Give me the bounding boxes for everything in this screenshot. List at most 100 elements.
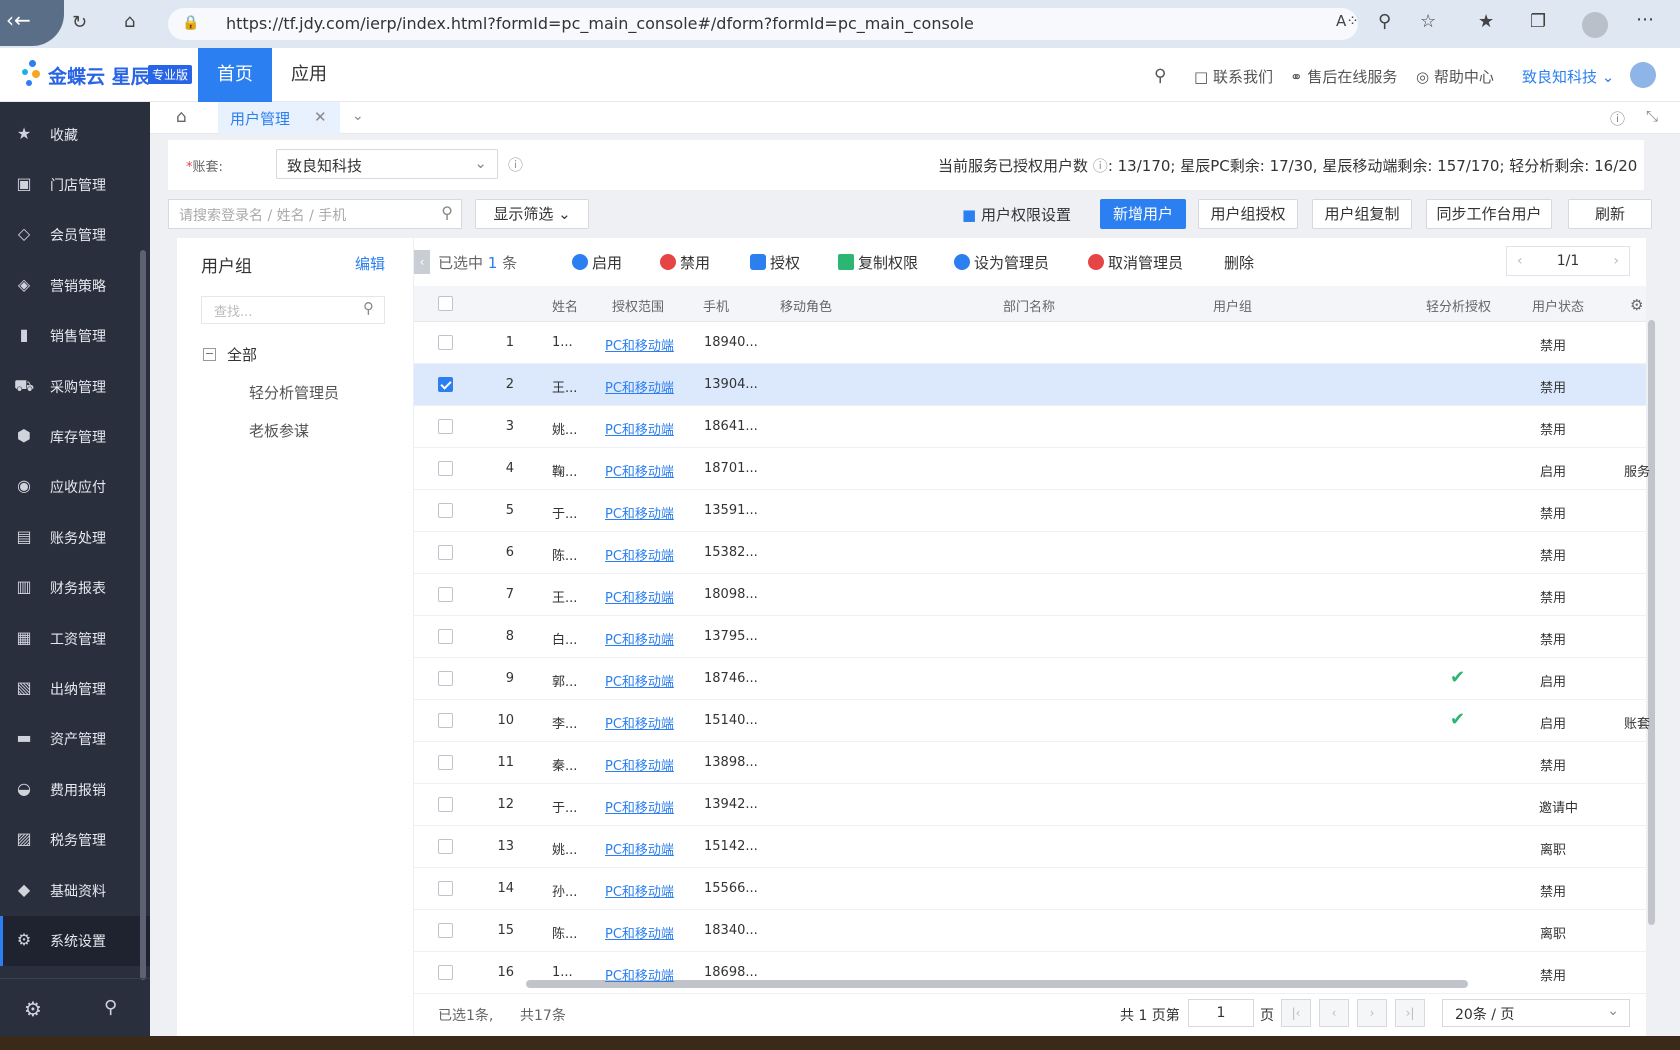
sidebar-item[interactable]: ⛟ 采购管理 xyxy=(0,362,150,412)
nav-home[interactable]: 首页 xyxy=(198,48,272,102)
user-search-input[interactable]: 请搜索登录名 / 姓名 / 手机 ⚲ xyxy=(168,199,462,229)
cancel-admin-action[interactable]: 取消管理员 xyxy=(1088,252,1183,273)
account-select[interactable]: 致良知科技 ⌄ xyxy=(276,149,498,179)
next-page-icon[interactable]: › xyxy=(1613,247,1619,275)
help-link[interactable]: ◎ 帮助中心 xyxy=(1416,66,1494,87)
row-checkbox[interactable] xyxy=(438,335,453,350)
sidebar-item[interactable]: ▥ 财务报表 xyxy=(0,563,150,613)
table-row[interactable] xyxy=(414,910,1646,952)
select-all-checkbox[interactable] xyxy=(438,296,453,311)
row-checkbox[interactable] xyxy=(438,671,453,686)
table-row[interactable] xyxy=(414,490,1646,532)
sidebar-item[interactable]: ◉ 应收应付 xyxy=(0,462,150,512)
aftersale-link[interactable]: ⚭ 售后在线服务 xyxy=(1290,66,1397,87)
table-row[interactable] xyxy=(414,826,1646,868)
sidebar-item[interactable]: ⬢ 库存管理 xyxy=(0,412,150,462)
refresh-button[interactable]: 刷新 xyxy=(1568,199,1652,229)
tab-user-management[interactable]: 用户管理 ✕ xyxy=(218,102,340,134)
group-item[interactable]: 轻分析管理员 xyxy=(249,382,339,403)
display-filter-button[interactable]: 显示筛选 ⌄ xyxy=(475,199,589,229)
group-edit-link[interactable]: 编辑 xyxy=(355,253,385,274)
col-scope[interactable]: 授权范围 xyxy=(612,296,664,315)
copy-permission-action[interactable]: 复制权限 xyxy=(838,252,918,273)
col-phone[interactable]: 手机 xyxy=(703,296,729,315)
enable-action[interactable]: 启用 xyxy=(572,252,622,273)
row-checkbox[interactable] xyxy=(438,713,453,728)
sidebar-item[interactable]: ▤ 账务处理 xyxy=(0,513,150,563)
auth-scope-link[interactable]: PC和移动端 xyxy=(605,335,674,354)
auth-scope-link[interactable]: PC和移动端 xyxy=(605,461,674,480)
table-row[interactable] xyxy=(414,322,1646,364)
collapse-panel-icon[interactable]: ‹ xyxy=(414,250,430,274)
back-button[interactable]: ‹← xyxy=(0,0,64,46)
search-icon[interactable]: ⚲ xyxy=(441,203,453,222)
group-item[interactable]: 老板参谋 xyxy=(249,420,309,441)
sidebar-item[interactable]: ◒ 费用报销 xyxy=(0,765,150,815)
vertical-scrollbar[interactable] xyxy=(1648,320,1655,925)
home-tab-icon[interactable]: ⌂ xyxy=(176,107,187,127)
sidebar-item[interactable]: ▮ 销售管理 xyxy=(0,311,150,361)
col-name[interactable]: 姓名 xyxy=(552,296,578,315)
authorize-action[interactable]: 授权 xyxy=(750,252,800,273)
col-user-group[interactable]: 用户组 xyxy=(1213,296,1252,315)
sidebar-item[interactable]: ▧ 出纳管理 xyxy=(0,664,150,714)
auth-scope-link[interactable]: PC和移动端 xyxy=(605,965,674,984)
sidebar-item[interactable]: ▨ 税务管理 xyxy=(0,815,150,865)
sidebar-item[interactable]: ▦ 工资管理 xyxy=(0,614,150,664)
auth-scope-link[interactable]: PC和移动端 xyxy=(605,545,674,564)
set-admin-action[interactable]: 设为管理员 xyxy=(954,252,1049,273)
permission-settings-button[interactable]: ■ 用户权限设置 xyxy=(962,204,1071,225)
table-row[interactable] xyxy=(414,406,1646,448)
table-row[interactable] xyxy=(414,784,1646,826)
group-search-input[interactable]: 查找... ⚲ xyxy=(201,296,385,324)
col-analysis-auth[interactable]: 轻分析授权 xyxy=(1426,296,1491,315)
row-checkbox[interactable] xyxy=(438,881,453,896)
last-page-icon[interactable]: ›| xyxy=(1395,999,1425,1027)
address-bar[interactable]: 🔒 https://tf.jdy.com/ierp/index.html?for… xyxy=(168,8,1358,40)
disable-action[interactable]: 禁用 xyxy=(660,252,710,273)
more-icon[interactable]: ⋯ xyxy=(1636,9,1654,30)
sidebar-scrollbar[interactable] xyxy=(140,250,146,980)
first-page-icon[interactable]: |‹ xyxy=(1281,999,1311,1027)
group-root[interactable]: 全部 xyxy=(227,344,257,365)
row-checkbox[interactable] xyxy=(438,419,453,434)
favorites-icon[interactable]: ★ xyxy=(1478,11,1494,32)
table-row[interactable] xyxy=(414,364,1646,406)
row-checkbox[interactable] xyxy=(438,587,453,602)
zoom-icon[interactable]: ⚲ xyxy=(1378,11,1391,32)
sidebar-item[interactable]: ◈ 营销策略 xyxy=(0,261,150,311)
search-icon[interactable]: ⚲ xyxy=(1154,66,1166,86)
table-row[interactable] xyxy=(414,574,1646,616)
auth-scope-link[interactable]: PC和移动端 xyxy=(605,629,674,648)
collapse-icon[interactable]: − xyxy=(203,348,216,361)
row-checkbox[interactable] xyxy=(438,923,453,938)
auth-scope-link[interactable]: PC和移动端 xyxy=(605,839,674,858)
account-help-icon[interactable]: ⓘ xyxy=(508,154,523,175)
read-aloud-icon[interactable]: A⁘ xyxy=(1336,12,1359,30)
auth-scope-link[interactable]: PC和移动端 xyxy=(605,671,674,690)
group-authorize-button[interactable]: 用户组授权 xyxy=(1198,199,1298,229)
group-copy-button[interactable]: 用户组复制 xyxy=(1312,199,1412,229)
collections-icon[interactable]: ❐ xyxy=(1530,11,1546,32)
favorite-add-icon[interactable]: ☆ xyxy=(1420,11,1436,32)
row-checkbox[interactable] xyxy=(438,755,453,770)
table-row[interactable] xyxy=(414,616,1646,658)
row-checkbox[interactable] xyxy=(438,965,453,980)
auth-scope-link[interactable]: PC和移动端 xyxy=(605,881,674,900)
auth-scope-link[interactable]: PC和移动端 xyxy=(605,713,674,732)
sidebar-item[interactable]: ◇ 会员管理 xyxy=(0,210,150,260)
user-avatar[interactable] xyxy=(1630,62,1656,88)
sync-workbench-button[interactable]: 同步工作台用户 xyxy=(1426,199,1552,229)
table-row[interactable] xyxy=(414,742,1646,784)
row-checkbox[interactable] xyxy=(438,629,453,644)
prev-page-icon[interactable]: ‹ xyxy=(1319,999,1349,1027)
col-department[interactable]: 部门名称 xyxy=(1003,296,1055,315)
page-size-select[interactable]: 20条 / 页 ⌄ xyxy=(1442,999,1630,1027)
auth-scope-link[interactable]: PC和移动端 xyxy=(605,587,674,606)
next-page-icon[interactable]: › xyxy=(1357,999,1387,1027)
column-settings-icon[interactable]: ⚙ xyxy=(1630,296,1643,314)
sidebar-item[interactable]: ★ 收藏 xyxy=(0,110,150,160)
prev-page-icon[interactable]: ‹ xyxy=(1517,247,1523,275)
home-icon[interactable]: ⌂ xyxy=(124,11,135,32)
close-icon[interactable]: ✕ xyxy=(314,108,327,126)
